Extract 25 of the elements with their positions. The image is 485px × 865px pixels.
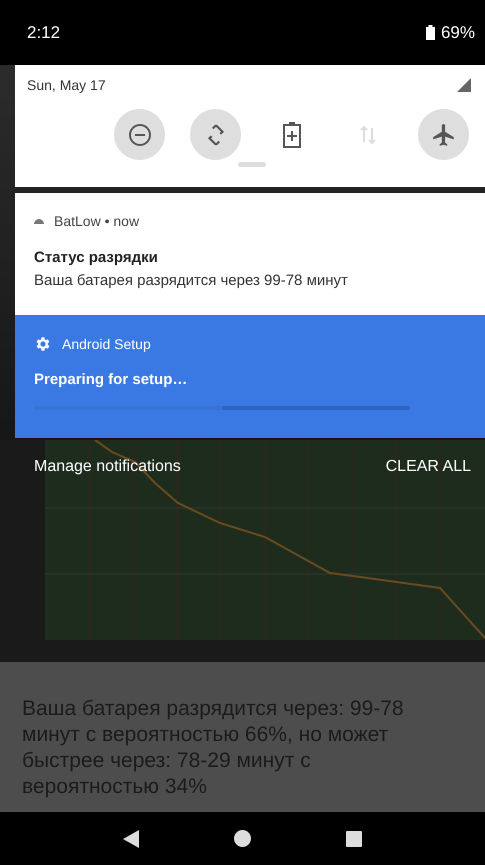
airplane-icon: [430, 122, 456, 148]
data-arrows-icon: [358, 124, 376, 146]
android-icon: [34, 218, 44, 224]
notification-card[interactable]: Android Setup Preparing for setup…: [15, 315, 485, 438]
notification-title: Статус разрядки: [34, 249, 159, 266]
notification-app: Android Setup: [62, 336, 151, 352]
date: Sun, May 17: [27, 77, 106, 93]
quick-setting-tile[interactable]: [190, 109, 241, 160]
home-icon[interactable]: [234, 830, 251, 847]
recents-icon[interactable]: [346, 830, 362, 846]
clock: 2:12: [27, 22, 60, 42]
clear-all-button[interactable]: CLEAR ALL: [386, 458, 471, 476]
battery-icon: [426, 25, 435, 40]
notification-card[interactable]: BatLow • now Статус разрядки Ваша батарея разрядится через 99-78 минут: [15, 193, 485, 315]
back-icon[interactable]: [122, 830, 139, 848]
notification-title: Preparing for setup…: [34, 371, 188, 388]
settings-icon: [34, 335, 52, 353]
battery-percentage: 69%: [440, 22, 475, 42]
drag-handle[interactable]: [238, 162, 266, 167]
notification-text: Ваша батарея разрядится через 99-78 минут: [34, 272, 349, 289]
do-not-disturb-icon: [128, 122, 152, 146]
battery-plus-icon: [282, 120, 302, 148]
manage-notifications-button[interactable]: Manage notifications: [34, 458, 181, 476]
signal-icon: [457, 78, 471, 92]
notification-app: BatLow • now: [54, 213, 140, 229]
